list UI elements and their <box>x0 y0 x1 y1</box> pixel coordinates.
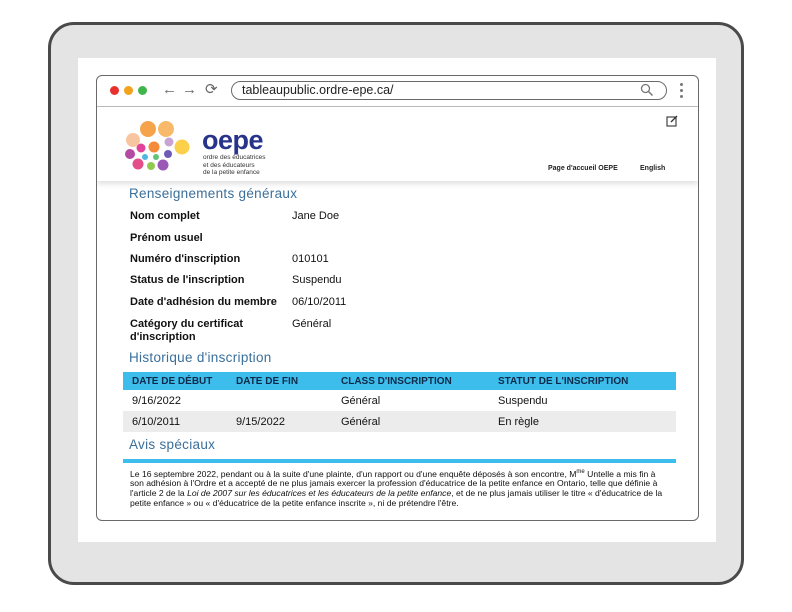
column-header: STATUT DE L'INSCRIPTION <box>498 376 629 387</box>
field-label: Date d'adhésion du membre <box>130 296 277 308</box>
forward-arrow-icon[interactable]: → <box>182 81 197 99</box>
field-label: Catégory du certificat d'inscription <box>130 318 244 343</box>
table-cell: En règle <box>498 416 539 428</box>
column-header: DATE DE FIN <box>236 376 299 387</box>
edit-icon[interactable] <box>666 115 678 127</box>
close-window-button[interactable] <box>110 86 119 95</box>
field-label: Prénom usuel <box>130 232 203 244</box>
table-header: DATE DE DÉBUT DATE DE FIN CLASS D'INSCRI… <box>123 372 676 390</box>
home-link[interactable]: Page d'accueil OEPE <box>548 165 618 172</box>
table-cell: 9/15/2022 <box>236 416 285 428</box>
field-label: Nom complet <box>130 210 200 222</box>
table-cell: Suspendu <box>498 395 548 407</box>
browser-window: ← → ⟳ tableaupublic.ordre-epe.ca/ oepe o… <box>96 75 699 521</box>
field-label: Numéro d'inscription <box>130 253 241 265</box>
logo-tagline: ordre des éducatrices et des éducateurs … <box>203 154 266 176</box>
table-cell: Général <box>341 416 381 428</box>
column-header: CLASS D'INSCRIPTION <box>341 376 452 387</box>
field-value: 06/10/2011 <box>292 296 347 308</box>
address-bar[interactable]: tableaupublic.ordre-epe.ca/ <box>231 81 667 100</box>
minimize-window-button[interactable] <box>124 86 133 95</box>
field-value: Jane Doe <box>292 210 340 222</box>
logo-wordmark: oepe <box>202 125 264 155</box>
table-row: 6/10/2011 9/15/2022 Général En règle <box>123 411 676 432</box>
notice-divider <box>123 459 676 463</box>
reload-icon[interactable]: ⟳ <box>205 81 218 99</box>
history-table: DATE DE DÉBUT DATE DE FIN CLASS D'INSCRI… <box>123 372 676 432</box>
oepe-logo[interactable]: oepe ordre des éducatrices et des éducat… <box>121 117 291 176</box>
site-header: oepe ordre des éducatrices et des éducat… <box>97 107 698 181</box>
browser-toolbar: ← → ⟳ tableaupublic.ordre-epe.ca/ <box>97 76 698 107</box>
language-link[interactable]: English <box>640 165 665 172</box>
back-arrow-icon[interactable]: ← <box>162 81 177 99</box>
field-label: Status de l'inscription <box>130 274 245 286</box>
url-text: tableaupublic.ordre-epe.ca/ <box>242 83 394 97</box>
special-notice-text: Le 16 septembre 2022, pendant ou à la su… <box>130 468 663 508</box>
field-value: 010101 <box>292 253 329 265</box>
maximize-window-button[interactable] <box>138 86 147 95</box>
table-cell: 9/16/2022 <box>132 395 181 407</box>
special-notices-title: Avis spéciaux <box>129 437 216 452</box>
table-cell: 6/10/2011 <box>132 416 181 428</box>
field-value: Suspendu <box>292 274 342 286</box>
field-value: Général <box>292 318 332 330</box>
general-info-title: Renseignements généraux <box>129 186 298 201</box>
table-cell: Général <box>341 395 381 407</box>
logo-circles-icon <box>125 121 190 171</box>
search-icon[interactable] <box>640 83 654 97</box>
table-row: 9/16/2022 Général Suspendu <box>123 390 676 411</box>
more-vert-icon[interactable] <box>680 83 684 101</box>
history-title: Historique d'inscription <box>129 350 272 365</box>
column-header: DATE DE DÉBUT <box>132 376 213 387</box>
